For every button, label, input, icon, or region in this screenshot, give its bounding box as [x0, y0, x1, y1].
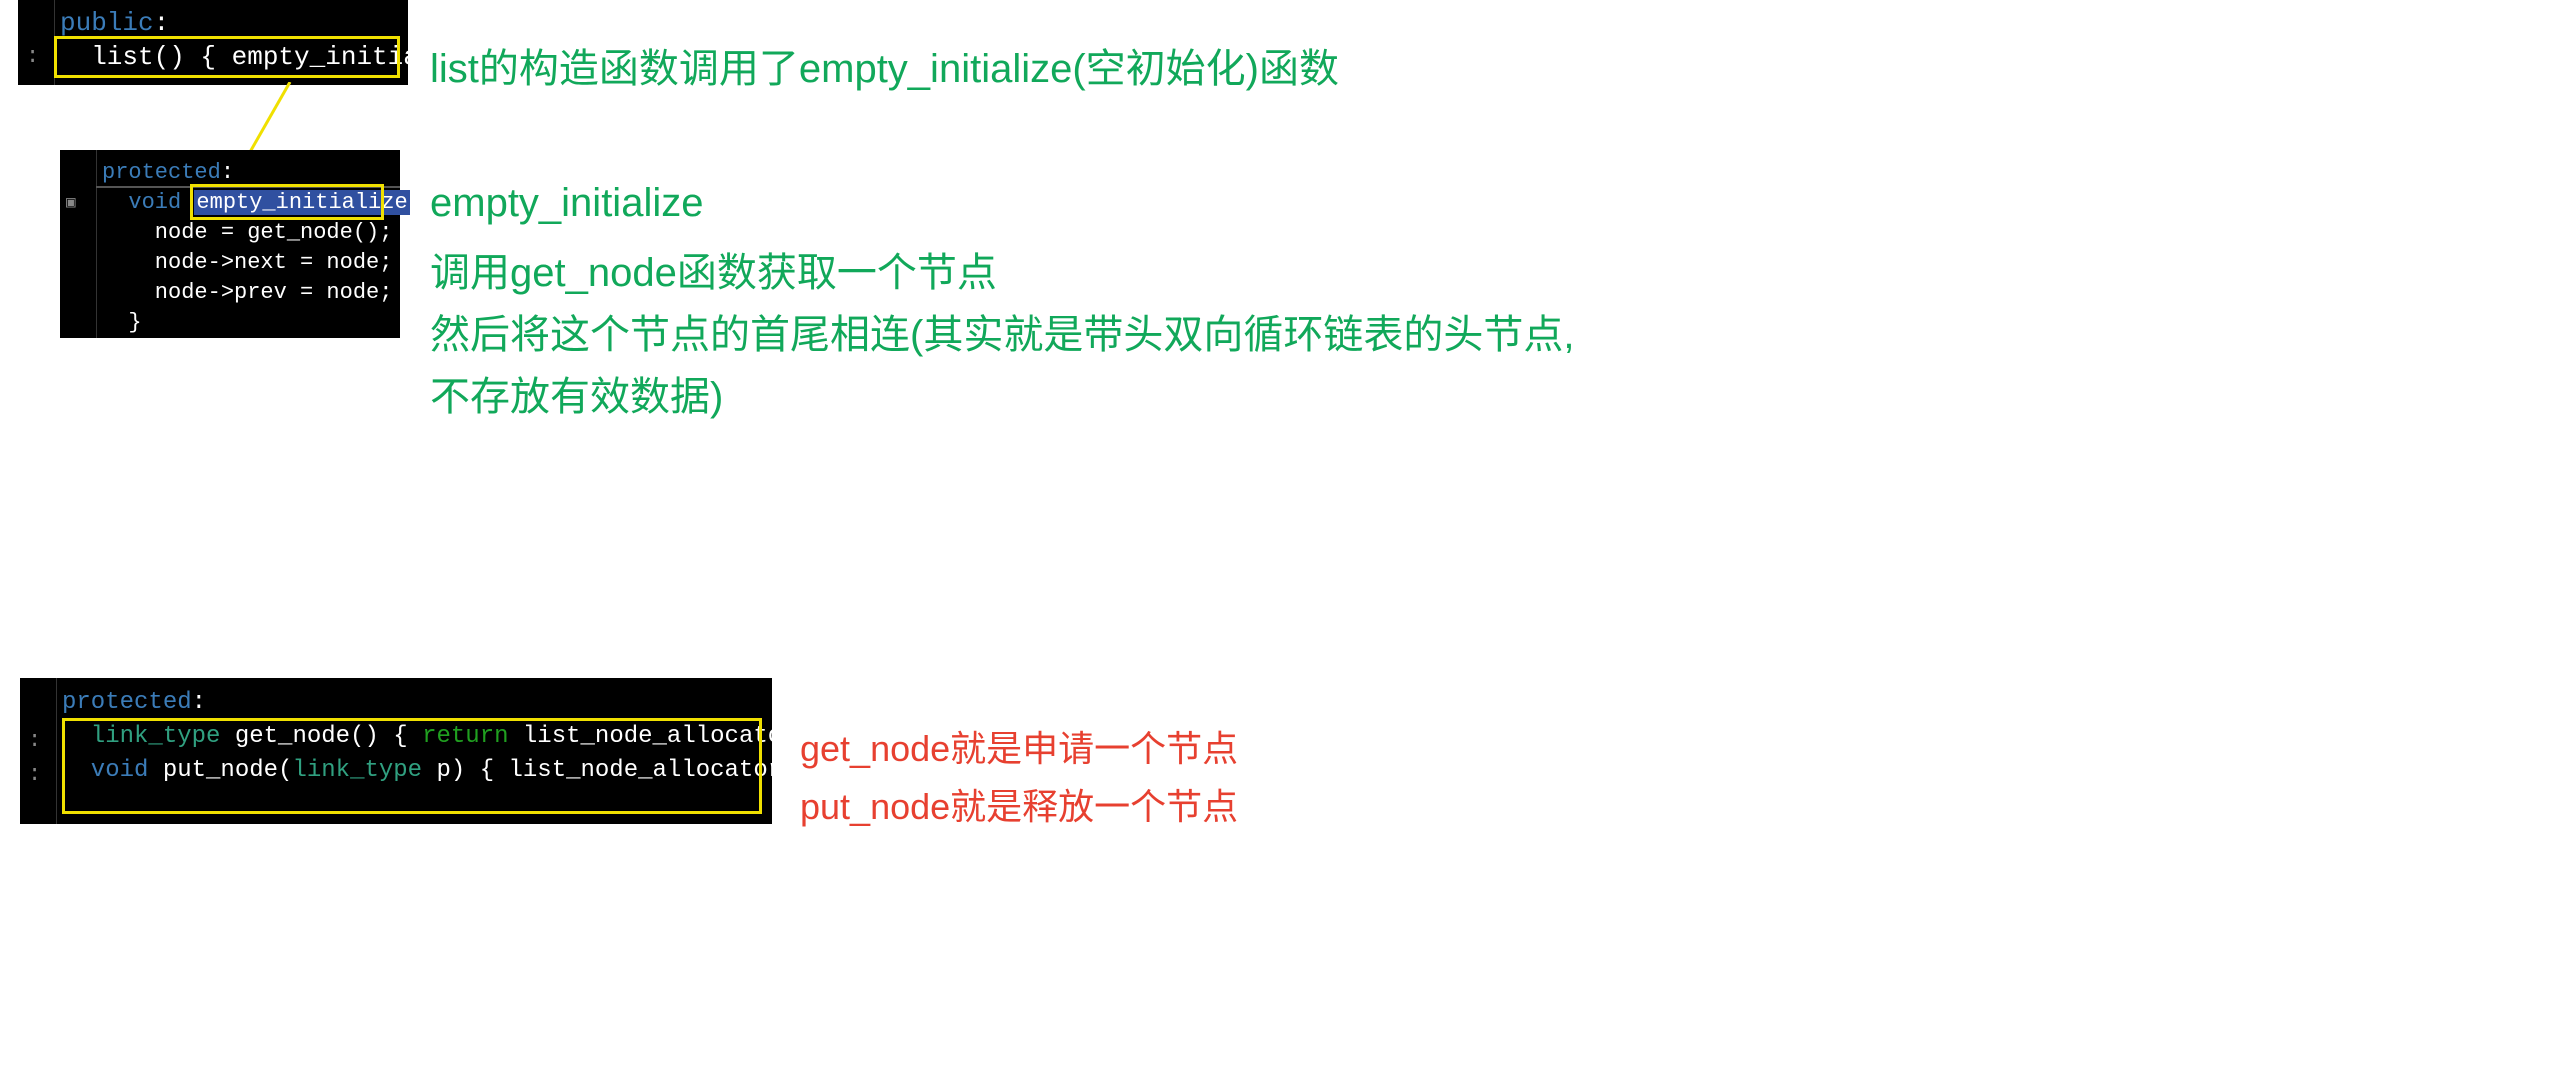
annotation-title: empty_initialize — [430, 172, 1574, 234]
gutter-marker: : — [26, 40, 39, 74]
annotation-line: get_node就是申请一个节点 — [800, 720, 1238, 778]
code-snippet-empty-initialize: ▣ protected: void empty_initialize() { n… — [60, 150, 400, 338]
gutter-marker: : — [28, 724, 41, 758]
annotation-line: 不存放有效数据) — [430, 366, 1574, 428]
code-gutter: : : — [20, 678, 57, 824]
keyword-protected: protected — [62, 689, 192, 716]
gutter-marker: : — [28, 758, 41, 792]
annotation-empty-initialize: empty_initialize 调用get_node函数获取一个节点 然后将这… — [430, 172, 1574, 428]
keyword-protected: protected — [102, 160, 221, 185]
code-line: } — [102, 308, 400, 338]
code-line: node->next = node; — [102, 248, 400, 278]
annotation-get-put-node: get_node就是申请一个节点 put_node就是释放一个节点 — [800, 720, 1238, 836]
code-line: protected: — [62, 686, 772, 720]
highlight-box — [54, 36, 400, 78]
keyword-public: public — [60, 8, 154, 38]
code-gutter: : — [18, 0, 55, 85]
code-line: public: — [60, 6, 408, 40]
annotation-line: 调用get_node函数获取一个节点 — [430, 242, 1574, 304]
highlight-box — [190, 184, 384, 220]
annotation-list-ctor: list的构造函数调用了empty_initialize(空初始化)函数 — [430, 38, 1339, 100]
highlight-box — [62, 718, 762, 814]
code-gutter: ▣ — [60, 150, 97, 338]
annotation-line: 然后将这个节点的首尾相连(其实就是带头双向循环链表的头节点, — [430, 304, 1574, 366]
code-snippet-get-put-node: : : protected: link_type get_node() { re… — [20, 678, 772, 824]
keyword-void: void — [102, 190, 194, 215]
code-snippet-list-ctor: : public: list() { empty_initialize(); } — [18, 0, 408, 85]
collapse-marker-icon: ▣ — [66, 188, 76, 218]
annotation-line: put_node就是释放一个节点 — [800, 778, 1238, 836]
code-line: node->prev = node; — [102, 278, 400, 308]
code-line: node = get_node(); — [102, 218, 400, 248]
